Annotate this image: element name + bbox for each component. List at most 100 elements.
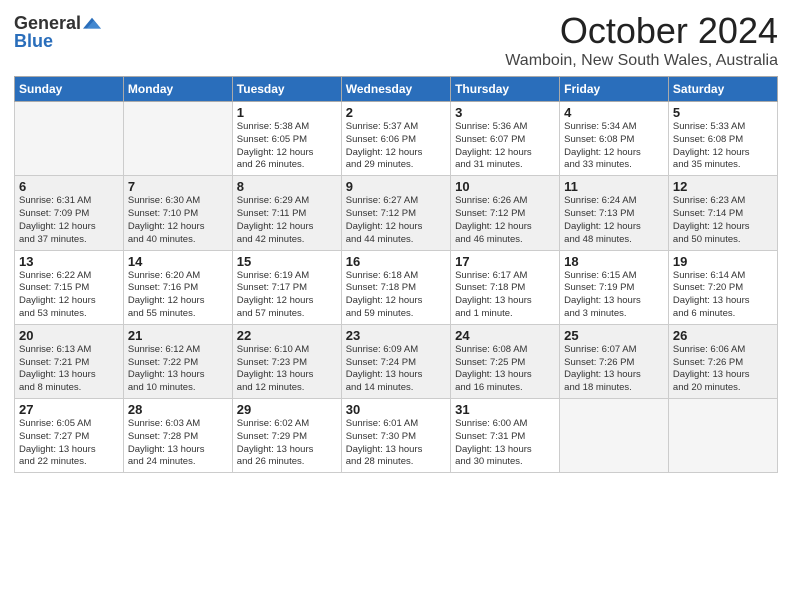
day-number: 4 bbox=[564, 105, 664, 120]
day-info: Sunrise: 5:38 AM Sunset: 6:05 PM Dayligh… bbox=[237, 121, 337, 172]
day-info: Sunrise: 6:07 AM Sunset: 7:26 PM Dayligh… bbox=[564, 344, 664, 395]
calendar-cell: 15Sunrise: 6:19 AM Sunset: 7:17 PM Dayli… bbox=[232, 250, 341, 324]
calendar-cell bbox=[123, 102, 232, 176]
day-info: Sunrise: 6:19 AM Sunset: 7:17 PM Dayligh… bbox=[237, 270, 337, 321]
day-number: 27 bbox=[19, 402, 119, 417]
calendar-cell bbox=[15, 102, 124, 176]
day-number: 3 bbox=[455, 105, 555, 120]
day-info: Sunrise: 6:26 AM Sunset: 7:12 PM Dayligh… bbox=[455, 195, 555, 246]
weekday-header-row: Sunday Monday Tuesday Wednesday Thursday… bbox=[15, 77, 778, 102]
calendar-cell: 22Sunrise: 6:10 AM Sunset: 7:23 PM Dayli… bbox=[232, 324, 341, 398]
day-number: 21 bbox=[128, 328, 228, 343]
day-info: Sunrise: 6:08 AM Sunset: 7:25 PM Dayligh… bbox=[455, 344, 555, 395]
header-monday: Monday bbox=[123, 77, 232, 102]
logo-icon bbox=[83, 16, 101, 34]
day-info: Sunrise: 5:34 AM Sunset: 6:08 PM Dayligh… bbox=[564, 121, 664, 172]
calendar-cell: 30Sunrise: 6:01 AM Sunset: 7:30 PM Dayli… bbox=[341, 399, 450, 473]
day-info: Sunrise: 6:18 AM Sunset: 7:18 PM Dayligh… bbox=[346, 270, 446, 321]
day-info: Sunrise: 6:14 AM Sunset: 7:20 PM Dayligh… bbox=[673, 270, 773, 321]
day-number: 22 bbox=[237, 328, 337, 343]
day-info: Sunrise: 6:23 AM Sunset: 7:14 PM Dayligh… bbox=[673, 195, 773, 246]
calendar-cell: 18Sunrise: 6:15 AM Sunset: 7:19 PM Dayli… bbox=[560, 250, 669, 324]
logo-blue: Blue bbox=[14, 32, 81, 50]
day-number: 15 bbox=[237, 254, 337, 269]
day-number: 28 bbox=[128, 402, 228, 417]
day-info: Sunrise: 6:12 AM Sunset: 7:22 PM Dayligh… bbox=[128, 344, 228, 395]
calendar-cell: 8Sunrise: 6:29 AM Sunset: 7:11 PM Daylig… bbox=[232, 176, 341, 250]
day-number: 29 bbox=[237, 402, 337, 417]
day-number: 30 bbox=[346, 402, 446, 417]
calendar-cell: 14Sunrise: 6:20 AM Sunset: 7:16 PM Dayli… bbox=[123, 250, 232, 324]
calendar-table: Sunday Monday Tuesday Wednesday Thursday… bbox=[14, 76, 778, 473]
calendar-cell: 29Sunrise: 6:02 AM Sunset: 7:29 PM Dayli… bbox=[232, 399, 341, 473]
day-number: 9 bbox=[346, 179, 446, 194]
day-info: Sunrise: 6:05 AM Sunset: 7:27 PM Dayligh… bbox=[19, 418, 119, 469]
calendar-cell: 24Sunrise: 6:08 AM Sunset: 7:25 PM Dayli… bbox=[451, 324, 560, 398]
day-number: 23 bbox=[346, 328, 446, 343]
calendar-cell: 5Sunrise: 5:33 AM Sunset: 6:08 PM Daylig… bbox=[668, 102, 777, 176]
day-number: 2 bbox=[346, 105, 446, 120]
header-thursday: Thursday bbox=[451, 77, 560, 102]
day-info: Sunrise: 6:27 AM Sunset: 7:12 PM Dayligh… bbox=[346, 195, 446, 246]
day-info: Sunrise: 6:00 AM Sunset: 7:31 PM Dayligh… bbox=[455, 418, 555, 469]
calendar-cell: 21Sunrise: 6:12 AM Sunset: 7:22 PM Dayli… bbox=[123, 324, 232, 398]
day-info: Sunrise: 6:30 AM Sunset: 7:10 PM Dayligh… bbox=[128, 195, 228, 246]
day-number: 14 bbox=[128, 254, 228, 269]
day-info: Sunrise: 5:37 AM Sunset: 6:06 PM Dayligh… bbox=[346, 121, 446, 172]
day-info: Sunrise: 6:13 AM Sunset: 7:21 PM Dayligh… bbox=[19, 344, 119, 395]
calendar-cell: 9Sunrise: 6:27 AM Sunset: 7:12 PM Daylig… bbox=[341, 176, 450, 250]
title-area: October 2024 Wamboin, New South Wales, A… bbox=[505, 10, 778, 70]
calendar-cell: 20Sunrise: 6:13 AM Sunset: 7:21 PM Dayli… bbox=[15, 324, 124, 398]
day-number: 8 bbox=[237, 179, 337, 194]
day-number: 18 bbox=[564, 254, 664, 269]
calendar-cell bbox=[560, 399, 669, 473]
day-number: 24 bbox=[455, 328, 555, 343]
day-number: 7 bbox=[128, 179, 228, 194]
calendar-cell: 3Sunrise: 5:36 AM Sunset: 6:07 PM Daylig… bbox=[451, 102, 560, 176]
header-saturday: Saturday bbox=[668, 77, 777, 102]
day-info: Sunrise: 6:02 AM Sunset: 7:29 PM Dayligh… bbox=[237, 418, 337, 469]
calendar-cell: 19Sunrise: 6:14 AM Sunset: 7:20 PM Dayli… bbox=[668, 250, 777, 324]
day-info: Sunrise: 6:15 AM Sunset: 7:19 PM Dayligh… bbox=[564, 270, 664, 321]
logo: General Blue bbox=[14, 14, 101, 50]
calendar-cell: 23Sunrise: 6:09 AM Sunset: 7:24 PM Dayli… bbox=[341, 324, 450, 398]
location: Wamboin, New South Wales, Australia bbox=[505, 52, 778, 70]
header-sunday: Sunday bbox=[15, 77, 124, 102]
day-info: Sunrise: 5:36 AM Sunset: 6:07 PM Dayligh… bbox=[455, 121, 555, 172]
day-info: Sunrise: 6:29 AM Sunset: 7:11 PM Dayligh… bbox=[237, 195, 337, 246]
calendar-week-row: 27Sunrise: 6:05 AM Sunset: 7:27 PM Dayli… bbox=[15, 399, 778, 473]
calendar-week-row: 20Sunrise: 6:13 AM Sunset: 7:21 PM Dayli… bbox=[15, 324, 778, 398]
calendar-week-row: 6Sunrise: 6:31 AM Sunset: 7:09 PM Daylig… bbox=[15, 176, 778, 250]
day-number: 6 bbox=[19, 179, 119, 194]
calendar-week-row: 1Sunrise: 5:38 AM Sunset: 6:05 PM Daylig… bbox=[15, 102, 778, 176]
calendar-cell: 10Sunrise: 6:26 AM Sunset: 7:12 PM Dayli… bbox=[451, 176, 560, 250]
calendar-cell: 13Sunrise: 6:22 AM Sunset: 7:15 PM Dayli… bbox=[15, 250, 124, 324]
day-info: Sunrise: 6:22 AM Sunset: 7:15 PM Dayligh… bbox=[19, 270, 119, 321]
day-info: Sunrise: 6:24 AM Sunset: 7:13 PM Dayligh… bbox=[564, 195, 664, 246]
day-number: 17 bbox=[455, 254, 555, 269]
day-number: 11 bbox=[564, 179, 664, 194]
calendar-cell: 17Sunrise: 6:17 AM Sunset: 7:18 PM Dayli… bbox=[451, 250, 560, 324]
calendar-cell: 2Sunrise: 5:37 AM Sunset: 6:06 PM Daylig… bbox=[341, 102, 450, 176]
day-number: 16 bbox=[346, 254, 446, 269]
calendar-cell: 1Sunrise: 5:38 AM Sunset: 6:05 PM Daylig… bbox=[232, 102, 341, 176]
calendar-cell: 4Sunrise: 5:34 AM Sunset: 6:08 PM Daylig… bbox=[560, 102, 669, 176]
day-info: Sunrise: 5:33 AM Sunset: 6:08 PM Dayligh… bbox=[673, 121, 773, 172]
month-title: October 2024 bbox=[505, 10, 778, 52]
header-wednesday: Wednesday bbox=[341, 77, 450, 102]
day-number: 12 bbox=[673, 179, 773, 194]
calendar-cell: 7Sunrise: 6:30 AM Sunset: 7:10 PM Daylig… bbox=[123, 176, 232, 250]
day-info: Sunrise: 6:17 AM Sunset: 7:18 PM Dayligh… bbox=[455, 270, 555, 321]
day-info: Sunrise: 6:06 AM Sunset: 7:26 PM Dayligh… bbox=[673, 344, 773, 395]
day-number: 25 bbox=[564, 328, 664, 343]
calendar-cell: 27Sunrise: 6:05 AM Sunset: 7:27 PM Dayli… bbox=[15, 399, 124, 473]
calendar-cell: 6Sunrise: 6:31 AM Sunset: 7:09 PM Daylig… bbox=[15, 176, 124, 250]
day-info: Sunrise: 6:10 AM Sunset: 7:23 PM Dayligh… bbox=[237, 344, 337, 395]
day-number: 20 bbox=[19, 328, 119, 343]
day-number: 31 bbox=[455, 402, 555, 417]
day-number: 1 bbox=[237, 105, 337, 120]
day-info: Sunrise: 6:20 AM Sunset: 7:16 PM Dayligh… bbox=[128, 270, 228, 321]
day-info: Sunrise: 6:03 AM Sunset: 7:28 PM Dayligh… bbox=[128, 418, 228, 469]
header-tuesday: Tuesday bbox=[232, 77, 341, 102]
calendar-cell: 28Sunrise: 6:03 AM Sunset: 7:28 PM Dayli… bbox=[123, 399, 232, 473]
